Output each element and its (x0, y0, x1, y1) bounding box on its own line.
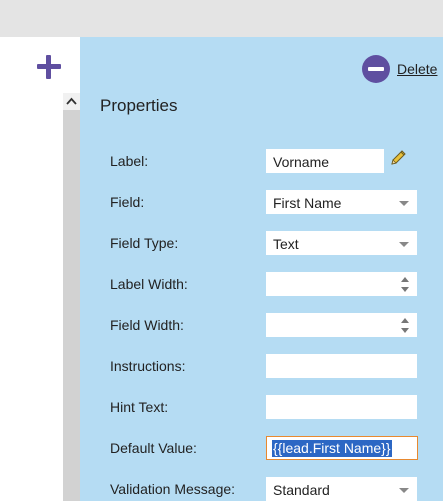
validation-message-select[interactable]: Standard (266, 477, 417, 501)
validation-message-label: Validation Message: (110, 481, 236, 497)
chevron-down-icon (399, 242, 409, 247)
field-type-label: Field Type: (110, 235, 179, 251)
scrollbar-track[interactable] (63, 93, 80, 501)
label-input-value: Vorname (273, 154, 330, 170)
chevron-down-icon (399, 201, 409, 206)
field-type-value: Text (273, 236, 299, 252)
instructions-label: Instructions: (110, 358, 186, 374)
delete-label: Delete (397, 61, 438, 77)
field-type-select[interactable]: Text (266, 231, 417, 255)
field-width-label: Field Width: (110, 317, 184, 333)
spinner-icon[interactable] (401, 277, 411, 293)
label-field-label: Label: (110, 153, 149, 169)
field-select-label: Field: (110, 194, 145, 210)
pencil-icon[interactable] (389, 149, 407, 167)
default-value-selected-text: {{lead.First Name}} (272, 440, 392, 457)
panel-title: Properties (100, 96, 178, 115)
chevron-up-icon (66, 97, 77, 105)
label-input[interactable]: Vorname (266, 149, 384, 173)
field-select[interactable]: First Name (266, 190, 417, 214)
plus-icon[interactable] (36, 54, 62, 80)
scroll-up-button[interactable] (63, 93, 80, 110)
instructions-input[interactable] (266, 354, 417, 378)
hint-text-input[interactable] (266, 395, 417, 419)
plus-icon-vertical (46, 55, 51, 79)
field-width-stepper[interactable] (266, 313, 417, 337)
spinner-icon[interactable] (401, 318, 411, 334)
top-bar (0, 0, 443, 37)
label-width-label: Label Width: (110, 276, 188, 292)
label-width-stepper[interactable] (266, 272, 417, 296)
delete-button[interactable]: Delete (362, 55, 437, 83)
chevron-down-icon (399, 488, 409, 493)
field-select-value: First Name (273, 195, 342, 211)
default-value-input[interactable]: {{lead.First Name}} (266, 436, 418, 460)
default-value-label: Default Value: (110, 440, 197, 456)
minus-circle-icon (362, 55, 390, 83)
hint-text-label: Hint Text: (110, 399, 169, 415)
validation-message-value: Standard (273, 482, 330, 498)
